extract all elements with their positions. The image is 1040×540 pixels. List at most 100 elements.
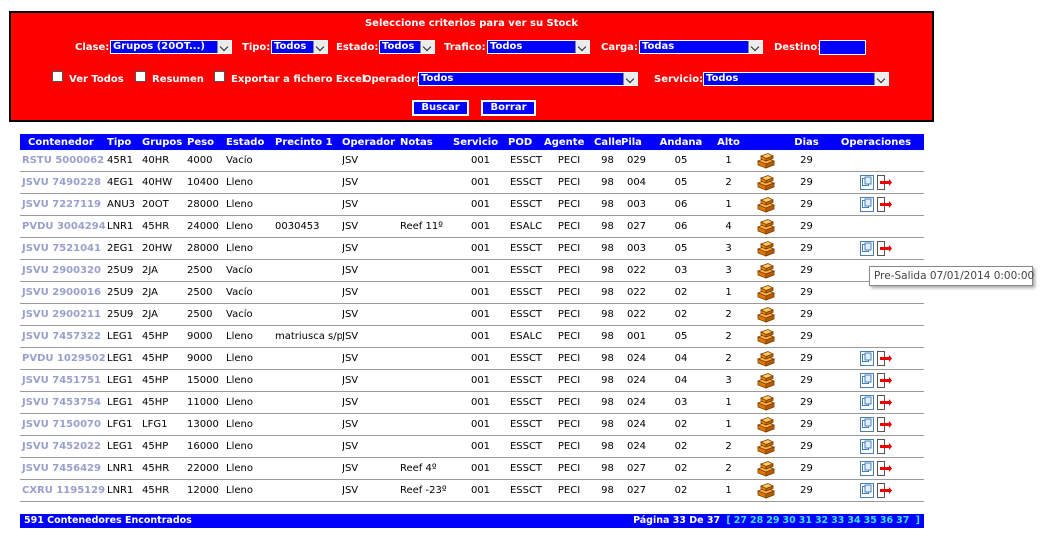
container-stack-icon[interactable] bbox=[747, 413, 785, 436]
container-stack-icon[interactable] bbox=[747, 479, 785, 502]
page-link-31[interactable]: 31 bbox=[799, 515, 812, 526]
tipo-select[interactable]: Todos bbox=[271, 40, 328, 54]
buscar-button[interactable]: Buscar bbox=[412, 100, 469, 116]
cell-grupos: 45HP bbox=[142, 325, 187, 348]
container-stack-icon[interactable] bbox=[747, 391, 785, 414]
exit-arrow-icon[interactable] bbox=[877, 373, 893, 388]
container-stack-icon[interactable] bbox=[747, 347, 785, 370]
cell-contenedor[interactable]: JSVU 2900211 bbox=[20, 303, 107, 326]
cell-contenedor[interactable]: JSVU 2900016 bbox=[20, 281, 107, 304]
exit-arrow-icon[interactable] bbox=[877, 417, 893, 432]
resumen-checkbox[interactable] bbox=[135, 71, 146, 82]
page-link-35[interactable]: 35 bbox=[864, 515, 877, 526]
exit-arrow-icon[interactable] bbox=[877, 461, 893, 476]
cell-tipo: LEG1 bbox=[107, 435, 142, 458]
page-link-37[interactable]: 37 bbox=[896, 515, 909, 526]
copy-document-icon[interactable] bbox=[859, 439, 874, 454]
copy-document-icon[interactable] bbox=[859, 417, 874, 432]
servicio-select[interactable]: Todos bbox=[703, 72, 889, 86]
clase-select[interactable]: Grupos (20OT...) bbox=[110, 40, 232, 54]
cell-servicio: 001 bbox=[453, 215, 508, 238]
header-servicio: Servicio bbox=[453, 134, 508, 150]
cell-tipo: LNR1 bbox=[107, 457, 142, 480]
container-stack-icon[interactable] bbox=[747, 457, 785, 480]
exit-arrow-icon[interactable] bbox=[877, 175, 893, 190]
cell-peso: 2500 bbox=[187, 281, 226, 304]
cell-operaciones bbox=[828, 413, 924, 436]
cell-contenedor[interactable]: JSVU 7451751 bbox=[20, 369, 107, 392]
container-stack-icon[interactable] bbox=[747, 171, 785, 194]
header-peso: Peso bbox=[187, 134, 226, 150]
exit-arrow-icon[interactable] bbox=[877, 241, 893, 256]
borrar-button[interactable]: Borrar bbox=[481, 100, 536, 116]
cell-calle: 98 bbox=[594, 479, 621, 502]
cell-operador: JSV bbox=[342, 259, 400, 282]
container-stack-icon[interactable] bbox=[747, 193, 785, 216]
cell-contenedor[interactable]: JSVU 7452022 bbox=[20, 435, 107, 458]
copy-document-icon[interactable] bbox=[859, 483, 874, 498]
copy-document-icon[interactable] bbox=[859, 351, 874, 366]
cell-contenedor[interactable]: JSVU 7150070 bbox=[20, 413, 107, 436]
trafico-select[interactable]: Todos bbox=[487, 40, 590, 54]
copy-document-icon[interactable] bbox=[859, 175, 874, 190]
exit-arrow-icon[interactable] bbox=[877, 197, 893, 212]
exit-arrow-icon[interactable] bbox=[877, 351, 893, 366]
cell-peso: 2500 bbox=[187, 303, 226, 326]
exit-arrow-icon[interactable] bbox=[877, 483, 893, 498]
container-stack-icon[interactable] bbox=[747, 369, 785, 392]
cell-contenedor[interactable]: JSVU 7457322 bbox=[20, 325, 107, 348]
container-stack-icon[interactable] bbox=[747, 435, 785, 458]
ver-todos-checkbox[interactable] bbox=[52, 71, 63, 82]
cell-contenedor[interactable]: RSTU 5000062 bbox=[20, 150, 107, 172]
cell-dias: 29 bbox=[785, 215, 828, 238]
page-link-30[interactable]: 30 bbox=[782, 515, 795, 526]
cell-contenedor[interactable]: JSVU 7521041 bbox=[20, 237, 107, 260]
cell-calle: 98 bbox=[594, 391, 621, 414]
cell-contenedor[interactable]: JSVU 7453754 bbox=[20, 391, 107, 414]
cell-pila: 004 bbox=[621, 171, 652, 194]
container-stack-icon[interactable] bbox=[747, 237, 785, 260]
container-stack-icon[interactable] bbox=[747, 303, 785, 326]
clase-label: Clase: bbox=[75, 42, 110, 53]
cell-contenedor[interactable]: JSVU 2900320 bbox=[20, 259, 107, 282]
copy-document-icon[interactable] bbox=[859, 373, 874, 388]
container-stack-icon[interactable] bbox=[747, 215, 785, 238]
cell-contenedor[interactable]: PVDU 3004294 bbox=[20, 215, 107, 238]
copy-document-icon[interactable] bbox=[859, 197, 874, 212]
cell-contenedor[interactable]: JSVU 7456429 bbox=[20, 457, 107, 480]
page-link-29[interactable]: 29 bbox=[766, 515, 779, 526]
cell-contenedor[interactable]: JSVU 7490228 bbox=[20, 171, 107, 194]
container-stack-icon[interactable] bbox=[747, 281, 785, 304]
destino-input[interactable] bbox=[819, 40, 866, 55]
page-link-32[interactable]: 32 bbox=[815, 515, 828, 526]
exit-arrow-icon[interactable] bbox=[877, 439, 893, 454]
estado-select[interactable]: Todos bbox=[379, 40, 435, 54]
criteria-panel: Seleccione criterios para ver su Stock C… bbox=[9, 11, 934, 122]
cell-andana: 02 bbox=[652, 457, 710, 480]
carga-select[interactable]: Todas bbox=[639, 40, 763, 54]
container-stack-icon[interactable] bbox=[747, 259, 785, 282]
cell-contenedor[interactable]: CXRU 1195129 bbox=[20, 479, 107, 502]
copy-document-icon[interactable] bbox=[859, 241, 874, 256]
exit-arrow-icon[interactable] bbox=[877, 395, 893, 410]
page-link-27[interactable]: 27 bbox=[734, 515, 747, 526]
page-link-28[interactable]: 28 bbox=[750, 515, 763, 526]
exportar-checkbox[interactable] bbox=[214, 71, 225, 82]
trafico-select-value: Todos bbox=[490, 41, 523, 52]
cell-pila: 027 bbox=[621, 479, 652, 502]
header-pila: Pila bbox=[621, 134, 652, 150]
container-stack-icon[interactable] bbox=[747, 150, 785, 172]
cell-notas bbox=[400, 325, 453, 348]
operador-select[interactable]: Todos bbox=[418, 72, 638, 86]
container-stack-icon[interactable] bbox=[747, 325, 785, 348]
page-link-36[interactable]: 36 bbox=[880, 515, 893, 526]
cell-contenedor[interactable]: JSVU 7227119 bbox=[20, 193, 107, 216]
page-link-34[interactable]: 34 bbox=[847, 515, 860, 526]
cell-contenedor[interactable]: PVDU 1029502 bbox=[20, 347, 107, 370]
cell-notas bbox=[400, 303, 453, 326]
cell-estado: Lleno bbox=[226, 435, 275, 458]
copy-document-icon[interactable] bbox=[859, 461, 874, 476]
page-link-33[interactable]: 33 bbox=[831, 515, 844, 526]
cell-operaciones bbox=[828, 347, 924, 370]
copy-document-icon[interactable] bbox=[859, 395, 874, 410]
